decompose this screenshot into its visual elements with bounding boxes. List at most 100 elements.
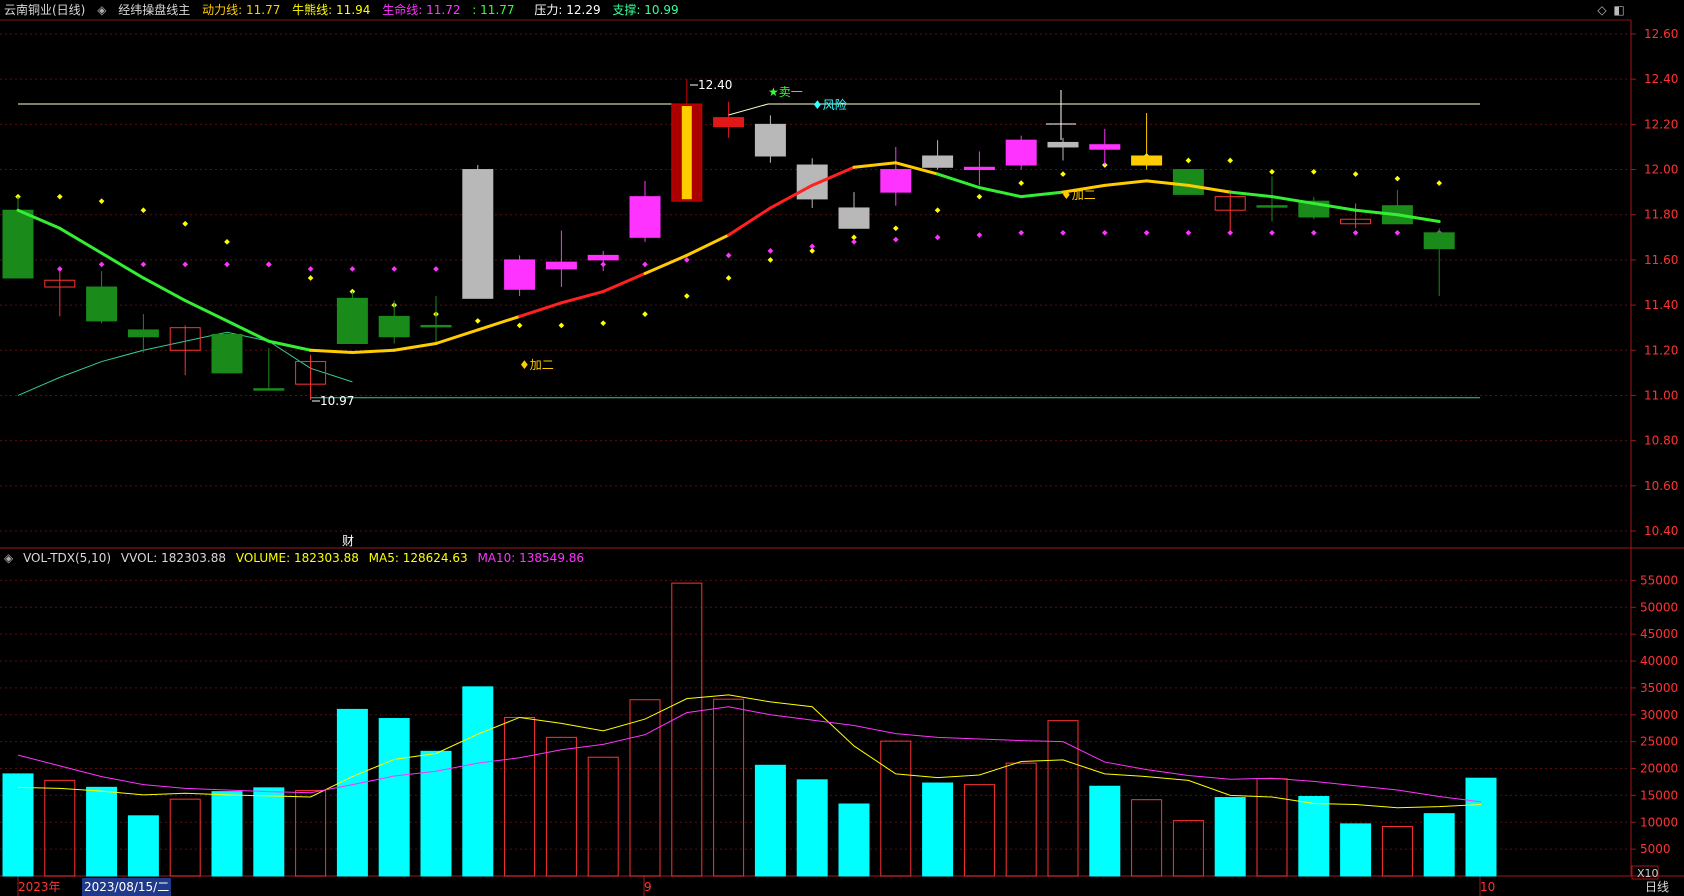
period-label[interactable]: 日线 xyxy=(1645,878,1669,896)
candle-body xyxy=(1172,169,1204,195)
low-label: 10.97 xyxy=(320,394,354,408)
finance-marker[interactable]: 财 xyxy=(342,534,354,548)
volume-bar xyxy=(1340,823,1372,877)
candle-body xyxy=(754,123,786,157)
magenta-signal-dot xyxy=(725,252,732,259)
volume-bar xyxy=(713,698,745,877)
magenta-signal-dot xyxy=(140,261,147,268)
cursor-date: 2023/08/15/二 xyxy=(82,878,172,896)
magenta-signal-dot xyxy=(976,232,983,238)
magenta-signal-dot xyxy=(1060,229,1066,236)
volume-bar xyxy=(1172,820,1204,877)
trend-line-segment xyxy=(852,161,898,169)
candle-body xyxy=(838,207,870,229)
candle-body xyxy=(127,329,159,338)
kline-chart[interactable]: 12.60 12.40 12.20 12.00 11.80 11.60 11.40 11.20… xyxy=(0,0,1684,896)
yellow-signal-dot xyxy=(1436,180,1443,186)
volume-toggle-icon[interactable]: ◈ xyxy=(4,551,13,565)
volume-bar xyxy=(336,708,368,877)
volume-bar xyxy=(44,779,76,877)
yellow-signal-dot xyxy=(1227,157,1234,164)
yellow-signal-dot xyxy=(558,322,565,329)
magenta-signal-dot xyxy=(182,261,189,268)
annotations-layer: 12.40 10.97 ★卖一 ♦风险 ♦加二 ♦加二 财 X10 xyxy=(320,78,1659,880)
magenta-signal-dot xyxy=(224,261,230,268)
price-tick-label: 10.80 xyxy=(1644,434,1678,448)
volume-bar xyxy=(1256,778,1288,877)
volume-bar xyxy=(1214,797,1246,877)
candle-body xyxy=(253,388,285,391)
risk-label: ♦风险 xyxy=(812,97,847,112)
trend-line-segment xyxy=(1019,190,1065,199)
volume-bar xyxy=(462,686,494,877)
price-tick-label: 10.60 xyxy=(1644,479,1678,493)
trend-line-segment xyxy=(476,314,522,332)
magenta-signal-dot xyxy=(265,261,272,268)
axes-layer: 12.60 12.40 12.20 12.00 11.80 11.60 11.40 11.20… xyxy=(0,19,1684,896)
trend-line-segment xyxy=(685,233,731,257)
volume-ma10-line xyxy=(17,706,1482,803)
yellow-signal-dot xyxy=(767,257,774,263)
volume-bar xyxy=(1131,799,1163,877)
price-tick-label: 12.40 xyxy=(1644,72,1678,86)
candle-body xyxy=(1256,205,1288,208)
magenta-signal-dot xyxy=(1101,229,1108,236)
volume-bar xyxy=(86,786,118,877)
volume-tick-label: 45000 xyxy=(1640,627,1678,641)
yellow-signal-dot xyxy=(56,193,63,200)
magenta-signal-dot xyxy=(98,261,105,268)
volume-bar xyxy=(295,790,327,877)
month-10-label: 10 xyxy=(1480,880,1496,894)
candle-body xyxy=(629,196,661,238)
magenta-signal-dot xyxy=(934,234,941,241)
volume-tick-label: 15000 xyxy=(1640,788,1678,802)
magenta-signal-dot xyxy=(433,266,439,272)
trend-line-segment xyxy=(977,186,1023,199)
volume-bar xyxy=(880,740,912,877)
volume-indicator-name[interactable]: VOL-TDX(5,10) xyxy=(23,551,111,565)
trend-line-segment xyxy=(1270,195,1316,205)
dots-layer xyxy=(15,153,1443,329)
volume-bar xyxy=(545,736,577,877)
candle-body xyxy=(963,166,995,171)
candle-body xyxy=(420,324,452,328)
yellow-signal-dot xyxy=(683,293,690,299)
candle-body xyxy=(1423,232,1455,250)
trend-line-segment xyxy=(434,328,480,345)
volume-bar xyxy=(211,791,243,877)
candle-body xyxy=(1005,139,1037,166)
volume-bar xyxy=(754,764,786,877)
yellow-signal-dot xyxy=(474,318,481,324)
magenta-signal-dot xyxy=(307,266,314,272)
sell1-pointer xyxy=(728,103,769,116)
price-tick-label: 12.60 xyxy=(1644,27,1678,41)
price-tick-label: 11.80 xyxy=(1644,208,1678,222)
yellow-signal-dot xyxy=(224,239,230,245)
volume-bar xyxy=(1381,826,1413,877)
volume-tick-label: 55000 xyxy=(1640,573,1678,587)
high-label: 12.40 xyxy=(698,78,732,92)
price-tick-label: 11.00 xyxy=(1644,388,1678,402)
volume-bar xyxy=(169,798,201,877)
yellow-signal-dot xyxy=(307,275,314,281)
magenta-signal-dot xyxy=(1352,229,1359,236)
yellow-signal-dot xyxy=(1185,157,1192,164)
candle-body xyxy=(1131,155,1163,166)
magenta-signal-dot xyxy=(683,257,690,263)
candle-body xyxy=(880,169,912,193)
candle-body xyxy=(1047,141,1079,148)
magenta-signal-dot xyxy=(1310,229,1317,236)
price-tick-label: 12.00 xyxy=(1644,163,1678,177)
trend-line-segment xyxy=(1228,190,1274,199)
magenta-signal-dot xyxy=(1018,229,1025,236)
volume-bar xyxy=(420,750,452,877)
yellow-signal-dot xyxy=(1394,175,1401,182)
trend-line-segment xyxy=(727,206,772,237)
magenta-signal-dot xyxy=(809,243,816,250)
candle-body xyxy=(1089,144,1121,150)
volume-bar xyxy=(253,787,285,877)
grid-layer xyxy=(0,33,1631,850)
ma10-readout: MA10: 138549.86 xyxy=(477,551,585,565)
volume-bar xyxy=(1089,785,1121,877)
sell1-label: ★卖一 xyxy=(768,85,803,99)
